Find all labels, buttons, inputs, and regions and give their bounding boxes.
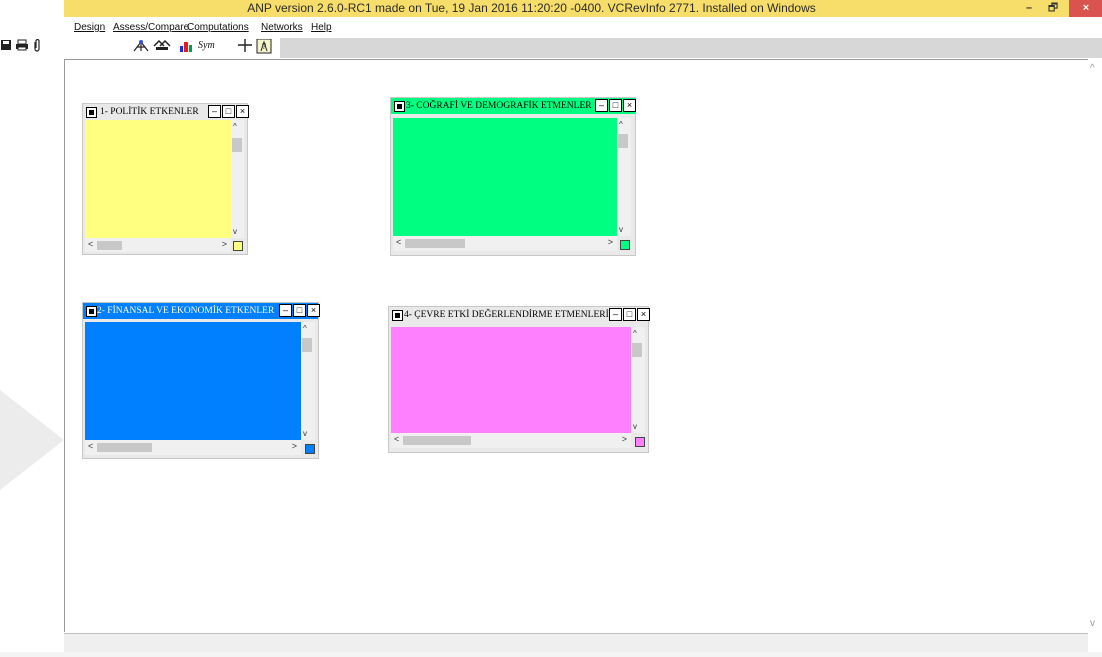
vertical-scrollbar[interactable]: ^ v <box>617 118 631 236</box>
workspace-vertical-scrollbar[interactable]: ^ v <box>1088 59 1102 631</box>
menu-networks[interactable]: Networks <box>261 22 303 33</box>
vertical-scrollbar[interactable]: ^ v <box>631 327 645 433</box>
window-titlebar: ANP version 2.6.0-RC1 made on Tue, 19 Ja… <box>64 0 1102 17</box>
horizontal-scrollbar[interactable]: < > <box>393 236 617 251</box>
cluster-body[interactable] <box>393 118 617 236</box>
horizontal-scrollbar[interactable]: < > <box>85 238 231 252</box>
menu-computations[interactable]: Computations <box>187 22 249 33</box>
maximize-icon[interactable]: □ <box>293 304 306 317</box>
horizontal-scrollbar[interactable]: < > <box>391 433 631 448</box>
sym-button[interactable]: Sym <box>198 39 215 53</box>
color-swatch[interactable] <box>305 444 315 454</box>
toolbar-empty-area <box>280 38 1102 58</box>
help-pointer-icon[interactable]: ? <box>256 38 272 54</box>
minimize-icon[interactable]: – <box>279 304 292 317</box>
close-icon[interactable]: × <box>637 308 650 321</box>
cluster-title: 4- ÇEVRE ETKİ DEĞERLENDİRME ETMENLERİ <box>404 310 609 320</box>
cluster-window-politik[interactable]: 1- POLİTİK ETKENLER – □ × ^ v < > <box>82 103 249 255</box>
paperclip-icon[interactable] <box>33 38 41 53</box>
status-bar <box>64 633 1088 653</box>
menu-design[interactable]: Design <box>74 22 105 33</box>
cluster-body[interactable] <box>85 120 231 238</box>
system-menu-icon[interactable] <box>392 310 403 321</box>
minimize-icon[interactable]: – <box>609 308 622 321</box>
cluster-header[interactable]: 2- FİNANSAL VE EKONOMİK ETKENLER – □ × <box>83 303 320 319</box>
scroll-down-icon[interactable]: v <box>1090 618 1095 629</box>
restore-button[interactable]: 🗗 <box>1042 0 1064 17</box>
cluster-body[interactable] <box>85 322 301 440</box>
minimize-button[interactable]: – <box>1018 0 1040 17</box>
compare-icon[interactable] <box>153 39 171 53</box>
menu-bar: Design Assess/Compare Computations Netwo… <box>64 17 1102 36</box>
color-swatch[interactable] <box>635 437 645 447</box>
horizontal-scrollbar[interactable]: < > <box>85 440 301 455</box>
network-icon[interactable] <box>133 39 149 53</box>
color-swatch[interactable] <box>620 240 630 250</box>
menu-assess-compare[interactable]: Assess/Compare <box>113 22 189 33</box>
cluster-header[interactable]: 3- COĞRAFİ VE DEMOGRAFİK ETMENLER – □ × <box>391 98 636 114</box>
cluster-body[interactable] <box>391 327 631 433</box>
close-button[interactable]: × <box>1069 0 1102 17</box>
vertical-scrollbar[interactable]: ^ v <box>231 120 244 238</box>
minimize-icon[interactable]: – <box>208 105 221 118</box>
cluster-title: 2- FİNANSAL VE EKONOMİK ETKENLER <box>97 306 275 316</box>
cluster-window-finansal[interactable]: 2- FİNANSAL VE EKONOMİK ETKENLER – □ × ^ v… <box>82 302 320 459</box>
close-icon[interactable]: × <box>623 99 636 112</box>
bar-chart-icon[interactable] <box>180 39 193 53</box>
system-menu-icon[interactable] <box>394 101 405 112</box>
system-menu-icon[interactable] <box>86 107 97 118</box>
scroll-up-icon[interactable]: ^ <box>1090 63 1095 74</box>
minimize-icon[interactable]: – <box>595 99 608 112</box>
color-swatch[interactable] <box>233 241 243 251</box>
maximize-icon[interactable]: □ <box>623 308 636 321</box>
cluster-window-cevre[interactable]: 4- ÇEVRE ETKİ DEĞERLENDİRME ETMENLERİ – □… <box>388 306 650 453</box>
system-menu-icon[interactable] <box>86 306 97 317</box>
close-icon[interactable]: × <box>307 304 320 317</box>
crosshair-icon[interactable] <box>238 39 252 53</box>
cluster-title: 3- COĞRAFİ VE DEMOGRAFİK ETMENLER <box>406 101 592 111</box>
cluster-title: 1- POLİTİK ETKENLER <box>100 107 199 117</box>
menu-help[interactable]: Help <box>311 22 332 33</box>
maximize-icon[interactable]: □ <box>222 105 235 118</box>
floppy-icon[interactable] <box>0 39 12 53</box>
cluster-header[interactable]: 4- ÇEVRE ETKİ DEĞERLENDİRME ETMENLERİ – □… <box>389 307 650 323</box>
window-title: ANP version 2.6.0-RC1 made on Tue, 19 Ja… <box>247 1 816 15</box>
close-icon[interactable]: × <box>236 105 249 118</box>
maximize-icon[interactable]: □ <box>609 99 622 112</box>
bottom-edge <box>0 652 1102 657</box>
printer-icon[interactable] <box>15 39 29 53</box>
cluster-header[interactable]: 1- POLİTİK ETKENLER – □ × <box>83 104 249 120</box>
vertical-scrollbar[interactable]: ^ v <box>301 322 315 440</box>
background-watermark <box>0 390 64 490</box>
cluster-window-cografi[interactable]: 3- COĞRAFİ VE DEMOGRAFİK ETMENLER – □ × ^ … <box>390 97 636 256</box>
svg-text:?: ? <box>262 42 267 51</box>
